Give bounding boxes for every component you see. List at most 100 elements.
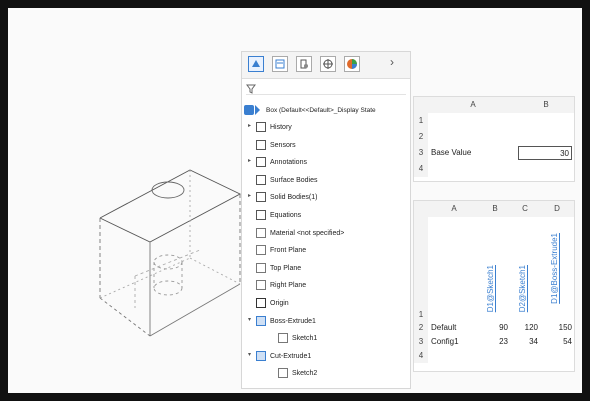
sheet1-row-4: 4 [414, 161, 428, 177]
tree-item-equations[interactable]: Equations [242, 207, 410, 224]
tree-filter[interactable] [246, 81, 406, 95]
right-plane-icon [256, 280, 266, 291]
tree-item-label: Sketch2 [292, 370, 318, 378]
cut-extrude1-icon [256, 350, 266, 361]
sheet1-row-2: 2 [414, 129, 428, 145]
sheet2-row-3: 3 [414, 335, 428, 349]
tree-item-label: Top Plane [270, 264, 302, 272]
tabs-more-button[interactable]: › [390, 55, 394, 69]
feature-manager-tabs: › [242, 52, 410, 79]
graphics-area[interactable]: › Box (Default<<Default>_Display State ▸… [8, 8, 582, 393]
tree-item-label: Boss-Extrude1 [270, 317, 316, 325]
tree-item-label: Origin [270, 300, 289, 307]
annotations-icon [256, 157, 266, 168]
display-pane-arrow-icon [255, 105, 264, 115]
configuration-manager-tab[interactable] [296, 56, 312, 72]
sheet2-col-c[interactable]: C [510, 201, 540, 217]
filter-icon [246, 84, 256, 94]
tree-item-label: Sketch1 [292, 335, 318, 343]
tree-item-boss-extrude1[interactable]: ▾ Boss-Extrude1 [242, 313, 410, 330]
collapse-arrow-icon[interactable]: ▾ [248, 317, 254, 323]
base-value-label[interactable]: Base Value [431, 145, 471, 161]
base-value-cell[interactable]: 30 [518, 146, 572, 160]
config-config1-d2[interactable]: 34 [510, 335, 538, 349]
tree-item-surface-bodies[interactable]: Surface Bodies [242, 172, 410, 189]
dimension-header-d1-boss-extrude1[interactable]: D1@Boss-Extrude1 [550, 233, 559, 304]
configuration-icon [300, 59, 308, 69]
solid-bodies-icon [256, 192, 266, 203]
front-plane-icon [256, 245, 266, 256]
tree-item-label: Cut-Extrude1 [270, 352, 312, 360]
expand-arrow-icon[interactable]: ▸ [248, 158, 254, 164]
tree-item-material[interactable]: Material <not specified> [242, 225, 410, 242]
tree-item-label: Material <not specified> [270, 229, 345, 237]
feature-manager-tree: › Box (Default<<Default>_Display State ▸… [241, 51, 411, 389]
config-config1-d1[interactable]: 23 [480, 335, 508, 349]
tree-item-cut-extrude1[interactable]: ▾ Cut-Extrude1 [242, 348, 410, 365]
feature-tree-icon [252, 60, 260, 67]
config-default-d1[interactable]: 90 [480, 321, 508, 335]
sheet2-row-1: 1 [414, 217, 428, 321]
sheet2-col-b[interactable]: B [480, 201, 510, 217]
sensors-icon [256, 139, 266, 150]
sheet1-col-a[interactable]: A [428, 97, 518, 113]
config-name-default[interactable]: Default [431, 321, 456, 335]
tree-item-front-plane[interactable]: Front Plane [242, 242, 410, 259]
design-table-sheet: A B C D 1 2 3 4 D1@Sketch1 D2@Sketch1 D1… [413, 200, 575, 372]
sheet2-corner [414, 201, 428, 217]
tree-item-sketch2[interactable]: Sketch2 [242, 365, 410, 382]
surface-bodies-icon [256, 174, 266, 185]
sketch1-icon [278, 333, 288, 344]
tree-item-label: History [270, 124, 292, 131]
tree-item-solid-bodies[interactable]: ▸ Solid Bodies(1) [242, 189, 410, 206]
tree-item-top-plane[interactable]: Top Plane [242, 260, 410, 277]
crosshair-icon [323, 59, 333, 69]
tree-item-label: Annotations [270, 159, 307, 167]
expand-arrow-icon[interactable]: ▸ [248, 123, 254, 129]
base-value-sheet: A B 1 2 3 4 Base Value 30 [413, 96, 575, 182]
dimxpert-manager-tab[interactable] [320, 56, 336, 72]
tree-item-sensors[interactable]: Sensors [242, 137, 410, 154]
tree-item-sketch1[interactable]: Sketch1 [242, 330, 410, 347]
config-default-d3[interactable]: 150 [540, 321, 572, 335]
material-icon [256, 227, 266, 238]
sheet1-corner [414, 97, 428, 113]
sheet1-row-3: 3 [414, 145, 428, 161]
sheet2-col-a[interactable]: A [428, 201, 480, 217]
tree-item-label: Sensors [270, 141, 296, 149]
tree-item-label: Surface Bodies [270, 176, 318, 184]
box-model-view[interactable] [40, 158, 250, 358]
display-manager-tab[interactable] [344, 56, 360, 72]
expand-arrow-icon[interactable]: ▸ [248, 193, 254, 199]
tree-item-label: Front Plane [270, 247, 307, 255]
tree-item-annotations[interactable]: ▸ Annotations [242, 154, 410, 171]
color-wheel-icon [347, 59, 357, 69]
sheet1-col-b[interactable]: B [518, 97, 574, 113]
sketch2-icon [278, 368, 288, 379]
dimension-header-d1-sketch1[interactable]: D1@Sketch1 [486, 265, 495, 312]
sheet2-row-4: 4 [414, 349, 428, 363]
boss-extrude1-icon [256, 315, 266, 326]
property-manager-tab[interactable] [272, 56, 288, 72]
config-config1-d3[interactable]: 54 [540, 335, 572, 349]
tree-root-part[interactable]: Box (Default<<Default>_Display State [242, 102, 410, 119]
tree-item-label: Equations [270, 212, 302, 219]
equations-icon [256, 210, 266, 220]
top-plane-icon [256, 262, 266, 273]
property-list-icon [275, 59, 285, 69]
sheet2-row-2: 2 [414, 321, 428, 335]
sheet2-col-d[interactable]: D [540, 201, 574, 217]
history-icon [256, 122, 266, 132]
dimension-header-d2-sketch1[interactable]: D2@Sketch1 [518, 265, 527, 312]
tree-item-label: Solid Bodies(1) [270, 194, 318, 202]
config-name-config1[interactable]: Config1 [431, 335, 459, 349]
origin-icon [256, 298, 266, 308]
feature-tree-tab[interactable] [248, 56, 264, 72]
collapse-arrow-icon[interactable]: ▾ [248, 352, 254, 358]
tree-item-label: Right Plane [270, 282, 307, 290]
config-default-d2[interactable]: 120 [510, 321, 538, 335]
tree-item-right-plane[interactable]: Right Plane [242, 277, 410, 294]
tree-item-history[interactable]: ▸ History [242, 119, 410, 136]
tree-root-label: Box (Default<<Default>_Display State [266, 107, 376, 114]
tree-item-origin[interactable]: Origin [242, 295, 410, 312]
